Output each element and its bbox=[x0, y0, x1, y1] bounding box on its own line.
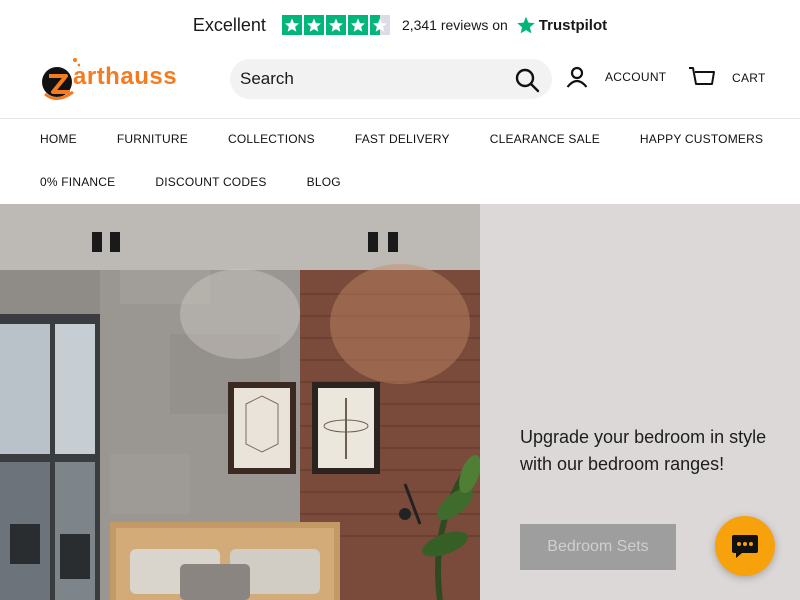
star-icon bbox=[281, 15, 302, 35]
nav-row-1: HOME FURNITURE COLLECTIONS FAST DELIVERY… bbox=[40, 132, 763, 146]
star-icon bbox=[303, 15, 324, 35]
nav-item-home[interactable]: HOME bbox=[40, 132, 77, 146]
main-nav: HOME FURNITURE COLLECTIONS FAST DELIVERY… bbox=[0, 119, 800, 204]
cart-link[interactable]: CART bbox=[688, 66, 766, 90]
trustpilot-logo: Trustpilot bbox=[516, 15, 607, 35]
hero-banner: Upgrade your bedroom in style with our b… bbox=[0, 204, 800, 600]
search-bar[interactable] bbox=[230, 59, 552, 99]
site-header: arthauss ACCOUNT CART bbox=[0, 50, 800, 118]
trustpilot-rating-label: Excellent bbox=[192, 14, 266, 35]
site-logo[interactable]: arthauss bbox=[40, 54, 195, 104]
account-label: ACCOUNT bbox=[605, 70, 667, 84]
logo-text: arthauss bbox=[73, 63, 178, 90]
cart-label: CART bbox=[732, 71, 766, 85]
nav-item-fast-delivery[interactable]: FAST DELIVERY bbox=[355, 132, 450, 146]
trustpilot-stars bbox=[281, 15, 390, 35]
hero-bedroom-image[interactable] bbox=[0, 204, 480, 600]
trustpilot-review-count: 2,341 reviews on bbox=[401, 17, 508, 33]
nav-item-blog[interactable]: BLOG bbox=[307, 175, 341, 189]
account-link[interactable]: ACCOUNT bbox=[566, 66, 666, 88]
nav-item-furniture[interactable]: FURNITURE bbox=[117, 132, 188, 146]
chat-bubble-icon bbox=[732, 535, 758, 558]
star-icon bbox=[325, 15, 346, 35]
search-icon bbox=[515, 68, 540, 93]
star-icon bbox=[347, 15, 368, 35]
bedroom-sets-button[interactable]: Bedroom Sets bbox=[520, 524, 676, 570]
cart-icon bbox=[689, 67, 715, 85]
trustpilot-bar[interactable]: Excellent 2,341 reviews on Trustpilot bbox=[0, 0, 800, 50]
nav-item-collections[interactable]: COLLECTIONS bbox=[228, 132, 315, 146]
search-button[interactable] bbox=[514, 67, 540, 93]
trustpilot-brand-text: Trustpilot bbox=[538, 16, 608, 34]
nav-row-2: 0% FINANCE DISCOUNT CODES BLOG bbox=[40, 175, 341, 189]
nav-item-clearance-sale[interactable]: CLEARANCE SALE bbox=[490, 132, 600, 146]
hero-headline: Upgrade your bedroom in style with our b… bbox=[520, 427, 767, 474]
search-input[interactable] bbox=[240, 59, 505, 99]
user-icon bbox=[566, 66, 588, 88]
half-star-icon bbox=[369, 15, 390, 35]
nav-item-finance[interactable]: 0% FINANCE bbox=[40, 175, 115, 189]
trustpilot-star-icon bbox=[517, 16, 535, 34]
nav-item-happy-customers[interactable]: HAPPY CUSTOMERS bbox=[640, 132, 763, 146]
nav-item-discount-codes[interactable]: DISCOUNT CODES bbox=[155, 175, 266, 189]
chat-widget-button[interactable] bbox=[715, 516, 775, 576]
